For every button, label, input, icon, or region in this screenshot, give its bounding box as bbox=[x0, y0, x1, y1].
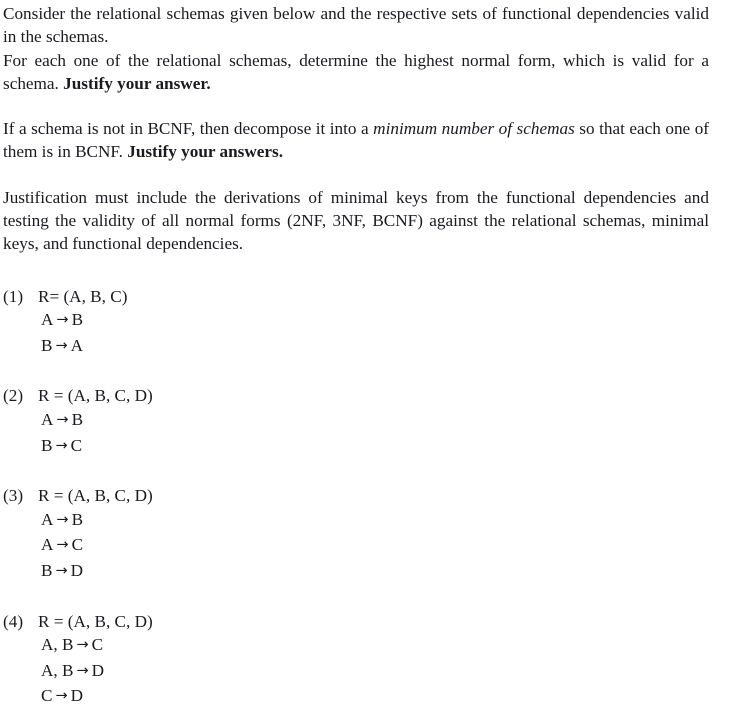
right-arrow-icon: → bbox=[56, 537, 69, 554]
functional-dependency-list: A → B B → C bbox=[3, 408, 709, 459]
right-arrow-icon: → bbox=[76, 637, 89, 654]
document-page: Consider the relational schemas given be… bbox=[0, 0, 735, 705]
intro-paragraph-3: Justification must include the derivatio… bbox=[3, 187, 709, 254]
fd-left-side: A bbox=[41, 509, 54, 529]
fd-right-side: C bbox=[70, 435, 83, 455]
functional-dependency: B → C bbox=[3, 434, 709, 460]
fd-left-side: B bbox=[41, 335, 53, 355]
schema-heading: (1) R= (A, B, C) bbox=[3, 285, 709, 309]
fd-right-side: B bbox=[71, 310, 84, 330]
justify-your-answers-emphasis: Justify your answers. bbox=[127, 142, 284, 162]
fd-left-side: C bbox=[41, 686, 53, 706]
schema-number: (3) bbox=[3, 486, 24, 506]
functional-dependency: A, B → C bbox=[3, 633, 709, 659]
fd-left-side: A, B bbox=[41, 635, 74, 655]
functional-dependency: A → B bbox=[3, 408, 709, 434]
intro-paragraph-2: If a schema is not in BCNF, then decompo… bbox=[3, 117, 709, 164]
functional-dependency: A → B bbox=[3, 308, 709, 334]
fd-left-side: A bbox=[41, 310, 54, 330]
schema-relation: R = (A, B, C, D) bbox=[38, 386, 153, 406]
fd-left-side: B bbox=[41, 435, 53, 455]
schema-heading: (2) R = (A, B, C, D) bbox=[3, 384, 709, 408]
schema-relation: R= (A, B, C) bbox=[38, 286, 128, 306]
right-arrow-icon: → bbox=[56, 511, 69, 528]
intro-paragraph-1: Consider the relational schemas given be… bbox=[3, 2, 709, 95]
fd-right-side: B bbox=[71, 509, 84, 529]
schema-number: (1) bbox=[3, 286, 24, 306]
fd-right-side: C bbox=[91, 635, 104, 655]
right-arrow-icon: → bbox=[55, 437, 68, 454]
fd-left-side: A bbox=[41, 535, 54, 555]
functional-dependency: A, B → D bbox=[3, 659, 709, 685]
schema-item: (1) R= (A, B, C) A → B B → A bbox=[3, 285, 709, 360]
document-body: Consider the relational schemas given be… bbox=[3, 2, 709, 710]
fd-right-side: D bbox=[91, 660, 105, 680]
justify-your-answer-emphasis: Justify your answer. bbox=[63, 73, 211, 93]
fd-left-side: A bbox=[41, 410, 54, 430]
right-arrow-icon: → bbox=[56, 312, 69, 329]
fd-right-side: D bbox=[70, 561, 84, 581]
right-arrow-icon: → bbox=[56, 412, 69, 429]
bcnf-decomposition-text-lead: If a schema is not in BCNF, then decompo… bbox=[3, 119, 374, 139]
right-arrow-icon: → bbox=[55, 337, 68, 354]
fd-right-side: B bbox=[71, 410, 84, 430]
functional-dependency: C → D bbox=[3, 684, 709, 710]
functional-dependency: B → A bbox=[3, 334, 709, 360]
functional-dependency-list: A → B B → A bbox=[3, 308, 709, 359]
schema-list: (1) R= (A, B, C) A → B B → A (2) R = (A, B, C,… bbox=[3, 285, 709, 710]
fd-left-side: A, B bbox=[41, 660, 74, 680]
schema-heading: (4) R = (A, B, C, D) bbox=[3, 610, 709, 634]
intro-paragraph-1-sentence-1: Consider the relational schemas given be… bbox=[3, 4, 709, 47]
fd-left-side: B bbox=[41, 561, 53, 581]
right-arrow-icon: → bbox=[55, 688, 68, 705]
functional-dependency-list: A → B A → C B → D bbox=[3, 508, 709, 585]
schema-item: (3) R = (A, B, C, D) A → B A → C B → D bbox=[3, 484, 709, 584]
right-arrow-icon: → bbox=[55, 563, 68, 580]
schema-relation: R = (A, B, C, D) bbox=[38, 611, 153, 631]
schema-number: (4) bbox=[3, 611, 24, 631]
fd-right-side: A bbox=[70, 335, 84, 355]
fd-right-side: D bbox=[70, 686, 84, 706]
minimum-number-of-schemas-emphasis: minimum number of schemas bbox=[373, 119, 575, 139]
functional-dependency: A → B bbox=[3, 508, 709, 534]
schema-heading: (3) R = (A, B, C, D) bbox=[3, 484, 709, 508]
schema-item: (2) R = (A, B, C, D) A → B B → C bbox=[3, 384, 709, 459]
schema-relation: R = (A, B, C, D) bbox=[38, 486, 153, 506]
functional-dependency: A → C bbox=[3, 533, 709, 559]
schema-number: (2) bbox=[3, 386, 24, 406]
functional-dependency: B → D bbox=[3, 559, 709, 585]
schema-item: (4) R = (A, B, C, D) A, B → C A, B → D C → D bbox=[3, 610, 709, 710]
fd-right-side: C bbox=[71, 535, 84, 555]
functional-dependency-list: A, B → C A, B → D C → D bbox=[3, 633, 709, 710]
